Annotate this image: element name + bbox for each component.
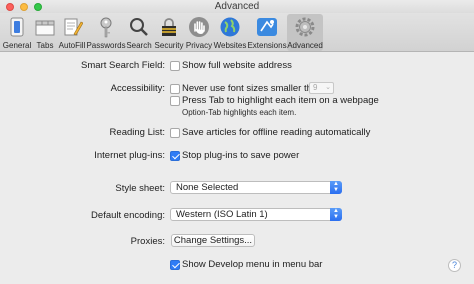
style-sheet-select[interactable]: None Selected ▲ ▼ [170, 181, 342, 194]
chevron-down-icon: ⌄ [325, 84, 331, 91]
save-offline-checkbox[interactable] [170, 128, 180, 138]
stop-plugins-text: Stop plug-ins to save power [182, 150, 300, 161]
tab-privacy[interactable]: Privacy [186, 14, 212, 51]
tab-highlight-note: Option-Tab highlights each item. [182, 108, 297, 117]
lock-icon [162, 18, 176, 36]
min-font-size-checkbox[interactable] [170, 84, 180, 94]
tab-autofill[interactable]: AutoFill [58, 14, 86, 51]
min-font-size-select[interactable]: 9 ⌄ [309, 82, 334, 94]
plugins-label: Internet plug-ins: [94, 150, 165, 161]
tab-websites[interactable]: Websites [214, 14, 246, 51]
magnifier-icon [130, 18, 148, 36]
globe-icon [220, 17, 240, 37]
show-full-address-checkbox[interactable] [170, 61, 180, 71]
change-settings-button[interactable]: Change Settings... [171, 234, 255, 247]
advanced-settings-panel: Smart Search Field: Show full website ad… [0, 53, 474, 284]
puzzle-icon [257, 18, 277, 36]
tab-extensions[interactable]: Extensions [247, 14, 287, 51]
tab-passwords[interactable]: Passwords [86, 14, 126, 51]
updown-chevron-icon: ▲ ▼ [330, 208, 342, 221]
encoding-label: Default encoding: [91, 210, 165, 221]
window-title: Advanced [214, 1, 260, 12]
save-offline-text: Save articles for offline reading automa… [182, 127, 371, 138]
reading-list-label: Reading List: [109, 127, 165, 138]
develop-menu-checkbox[interactable] [170, 260, 180, 270]
preferences-toolbar: General Tabs AutoFill Passwords Search S… [0, 13, 474, 52]
autofill-pencil-icon [64, 18, 83, 36]
tab-tabs[interactable]: Tabs [33, 14, 57, 51]
show-full-address-text: Show full website address [182, 60, 292, 71]
smart-search-label: Smart Search Field: [81, 60, 165, 71]
stop-plugins-checkbox[interactable] [170, 151, 180, 161]
proxies-label: Proxies: [130, 236, 165, 247]
tab-general[interactable]: General [2, 14, 32, 51]
tab-advanced[interactable]: Advanced [287, 14, 323, 51]
tab-highlight-text: Press Tab to highlight each item on a we… [182, 95, 379, 106]
tab-security[interactable]: Security [154, 14, 184, 51]
gear-icon [295, 17, 315, 37]
general-switch-icon [10, 17, 24, 37]
min-font-size-text: Never use font sizes smaller than [182, 83, 323, 94]
accessibility-label: Accessibility: [110, 83, 165, 94]
key-icon [100, 17, 112, 38]
style-sheet-label: Style sheet: [115, 183, 165, 194]
title-bar: Advanced [0, 0, 474, 13]
encoding-select[interactable]: Western (ISO Latin 1) ▲ ▼ [170, 208, 342, 221]
tab-highlight-checkbox[interactable] [170, 96, 180, 106]
tab-search[interactable]: Search [126, 14, 152, 51]
help-button[interactable]: ? [448, 259, 461, 272]
tabs-icon [35, 20, 55, 36]
develop-menu-text: Show Develop menu in menu bar [182, 259, 323, 270]
updown-chevron-icon: ▲ ▼ [330, 181, 342, 194]
hand-icon [189, 17, 209, 37]
